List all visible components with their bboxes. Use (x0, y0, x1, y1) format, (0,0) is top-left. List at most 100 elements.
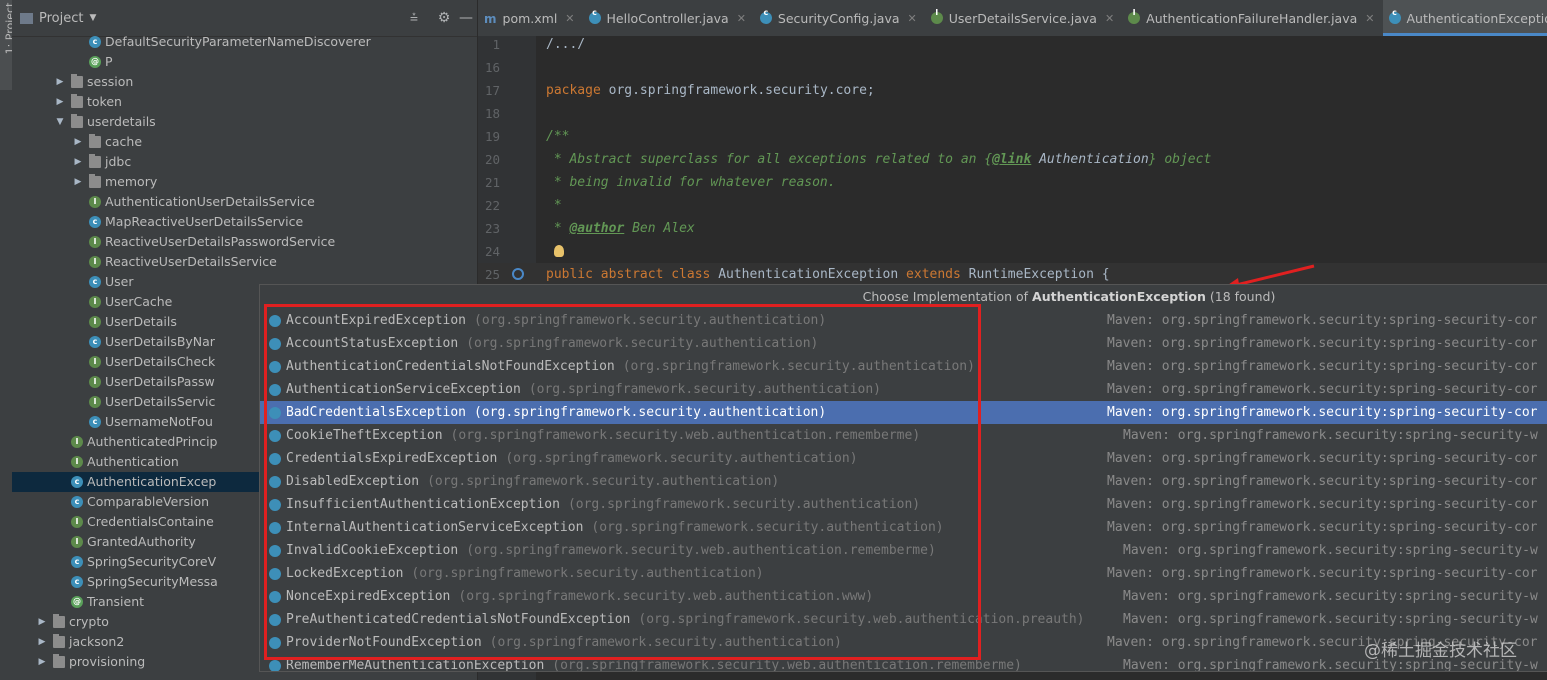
implementation-item[interactable]: BadCredentialsException (org.springframew… (260, 401, 1547, 424)
editor-tab[interactable]: AuthenticationFailureHandler.java ✕ (1122, 0, 1382, 36)
collapsed-arrow-icon[interactable]: ▶ (73, 152, 83, 172)
close-icon[interactable]: ✕ (908, 12, 917, 25)
tree-item[interactable]: ▶ session (12, 72, 477, 92)
implementation-item[interactable]: InsufficientAuthenticationException (org.… (260, 493, 1547, 516)
package-name: (org.springframework.security.web.authen… (466, 543, 936, 558)
implementation-item[interactable]: CookieTheftException (org.springframework… (260, 424, 1547, 447)
collapsed-arrow-icon[interactable]: ▶ (37, 652, 47, 672)
code-line[interactable]: 18 (478, 102, 1547, 125)
tree-item-label: Authentication (87, 454, 179, 469)
collapse-all-icon[interactable]: ⩮ (403, 10, 425, 26)
code-line[interactable]: 23 * @author Ben Alex (478, 217, 1547, 240)
implementation-item[interactable]: AccountExpiredException (org.springframew… (260, 309, 1547, 332)
tree-item[interactable]: MapReactiveUserDetailsService (12, 212, 477, 232)
package-name: (org.springframework.security.authentica… (567, 497, 921, 512)
tree-item[interactable]: ▶ memory (12, 172, 477, 192)
tab-label: UserDetailsService.java (948, 10, 1097, 26)
class-icon (269, 591, 281, 603)
code-text: /.../ (546, 37, 586, 52)
interface-icon (89, 252, 101, 272)
tree-item-label: cache (105, 134, 143, 149)
code-line[interactable]: 1 /.../ (478, 33, 1547, 56)
project-title[interactable]: Project (39, 11, 83, 26)
tree-item-label: User (105, 274, 134, 289)
implementation-item[interactable]: RememberMeAuthenticationException (org.sp… (260, 654, 1547, 672)
implementation-name: PreAuthenticatedCredentialsNotFoundExcep… (286, 612, 1085, 627)
choose-implementation-popup: Choose Implementation of AuthenticationE… (259, 284, 1547, 672)
class-icon (71, 572, 83, 592)
editor-tab[interactable]: HelloController.java ✕ (583, 0, 754, 36)
implementation-item[interactable]: AccountStatusException (org.springframewo… (260, 332, 1547, 355)
implementation-item[interactable]: NonceExpiredException (org.springframewor… (260, 585, 1547, 608)
implementation-item[interactable]: LockedException (org.springframework.secu… (260, 562, 1547, 585)
chevron-down-icon[interactable]: ▼ (89, 13, 96, 23)
interface-icon (89, 352, 101, 372)
tree-item[interactable]: ReactiveUserDetailsPasswordService (12, 232, 477, 252)
editor-tab[interactable]: AuthenticationException.java✕ (1382, 0, 1547, 36)
code-line[interactable]: 19 /** (478, 125, 1547, 148)
maven-source: Maven: org.springframework.security:spri… (1107, 497, 1538, 512)
gear-icon[interactable]: ⚙ (433, 10, 455, 26)
close-icon[interactable]: ✕ (737, 12, 746, 25)
interface-icon (1128, 8, 1141, 24)
code-line[interactable]: 21 * being invalid for whatever reason. (478, 171, 1547, 194)
implementation-name: RememberMeAuthenticationException (org.sp… (286, 658, 1022, 672)
collapsed-arrow-icon[interactable]: ▶ (73, 132, 83, 152)
editor-tab[interactable]: UserDetailsService.java ✕ (925, 0, 1122, 36)
close-icon[interactable]: ✕ (1105, 12, 1114, 25)
lightbulb-icon[interactable] (554, 245, 564, 257)
implementation-name: InsufficientAuthenticationException (org.… (286, 497, 921, 512)
collapsed-arrow-icon[interactable]: ▶ (55, 72, 65, 92)
implementation-name: LockedException (org.springframework.secu… (286, 566, 764, 581)
tree-item[interactable]: ▼ userdetails (12, 112, 477, 132)
maven-source: Maven: org.springframework.security:spri… (1107, 520, 1538, 535)
implementation-item[interactable]: DisabledException (org.springframework.se… (260, 470, 1547, 493)
hide-icon[interactable]: — (455, 10, 477, 26)
code-line[interactable]: 20 * Abstract superclass for all excepti… (478, 148, 1547, 171)
implementation-name: AccountExpiredException (org.springframew… (286, 313, 827, 328)
maven-source: Maven: org.springframework.security:spri… (1123, 428, 1538, 443)
implementation-name: InternalAuthenticationServiceException (o… (286, 520, 944, 535)
folder-icon (53, 614, 65, 628)
tree-item[interactable]: ▶ cache (12, 132, 477, 152)
editor-tab[interactable]: m pom.xml ✕ (478, 0, 583, 36)
tree-item[interactable]: DefaultSecurityParameterNameDiscoverer (12, 32, 477, 52)
implementation-item[interactable]: InvalidCookieException (org.springframewo… (260, 539, 1547, 562)
close-icon[interactable]: ✕ (1365, 12, 1374, 25)
code-line[interactable]: 25 public abstract class AuthenticationEx… (478, 263, 1547, 286)
implemented-by-icon[interactable] (512, 268, 524, 280)
collapsed-arrow-icon[interactable]: ▶ (73, 172, 83, 192)
implementation-item[interactable]: InternalAuthenticationServiceException (o… (260, 516, 1547, 539)
editor-tab[interactable]: SecurityConfig.java ✕ (754, 0, 925, 36)
line-number: 18 (484, 106, 500, 121)
code-line[interactable]: 16 (478, 56, 1547, 79)
interface-icon (89, 312, 101, 332)
implementation-item[interactable]: PreAuthenticatedCredentialsNotFoundExcep… (260, 608, 1547, 631)
folder-icon (71, 94, 83, 108)
implementation-item[interactable]: ProviderNotFoundException (org.springfram… (260, 631, 1547, 654)
class-icon (269, 476, 281, 488)
class-icon (269, 499, 281, 511)
tree-item-label: UsernameNotFou (105, 414, 213, 429)
implementation-item[interactable]: AuthenticationServiceException (org.sprin… (260, 378, 1547, 401)
line-number: 17 (484, 83, 500, 98)
expanded-arrow-icon[interactable]: ▼ (55, 112, 65, 132)
tree-item[interactable]: ▶ token (12, 92, 477, 112)
close-icon[interactable]: ✕ (565, 12, 574, 25)
tree-item-label: jdbc (105, 154, 132, 169)
interface-icon (71, 512, 83, 532)
tree-item[interactable]: ReactiveUserDetailsService (12, 252, 477, 272)
package-name: (org.springframework.security.authentica… (466, 336, 819, 351)
collapsed-arrow-icon[interactable]: ▶ (37, 632, 47, 652)
interface-icon (71, 432, 83, 452)
collapsed-arrow-icon[interactable]: ▶ (55, 92, 65, 112)
tree-item[interactable]: AuthenticationUserDetailsService (12, 192, 477, 212)
tree-item[interactable]: P (12, 52, 477, 72)
implementation-item[interactable]: CredentialsExpiredException (org.springfr… (260, 447, 1547, 470)
implementation-item[interactable]: AuthenticationCredentialsNotFoundExcepti… (260, 355, 1547, 378)
tree-item[interactable]: ▶ jdbc (12, 152, 477, 172)
code-line[interactable]: 17 package org.springframework.security.c… (478, 79, 1547, 102)
code-line[interactable]: 22 * (478, 194, 1547, 217)
code-line[interactable]: 24 (478, 240, 1547, 263)
collapsed-arrow-icon[interactable]: ▶ (37, 612, 47, 632)
